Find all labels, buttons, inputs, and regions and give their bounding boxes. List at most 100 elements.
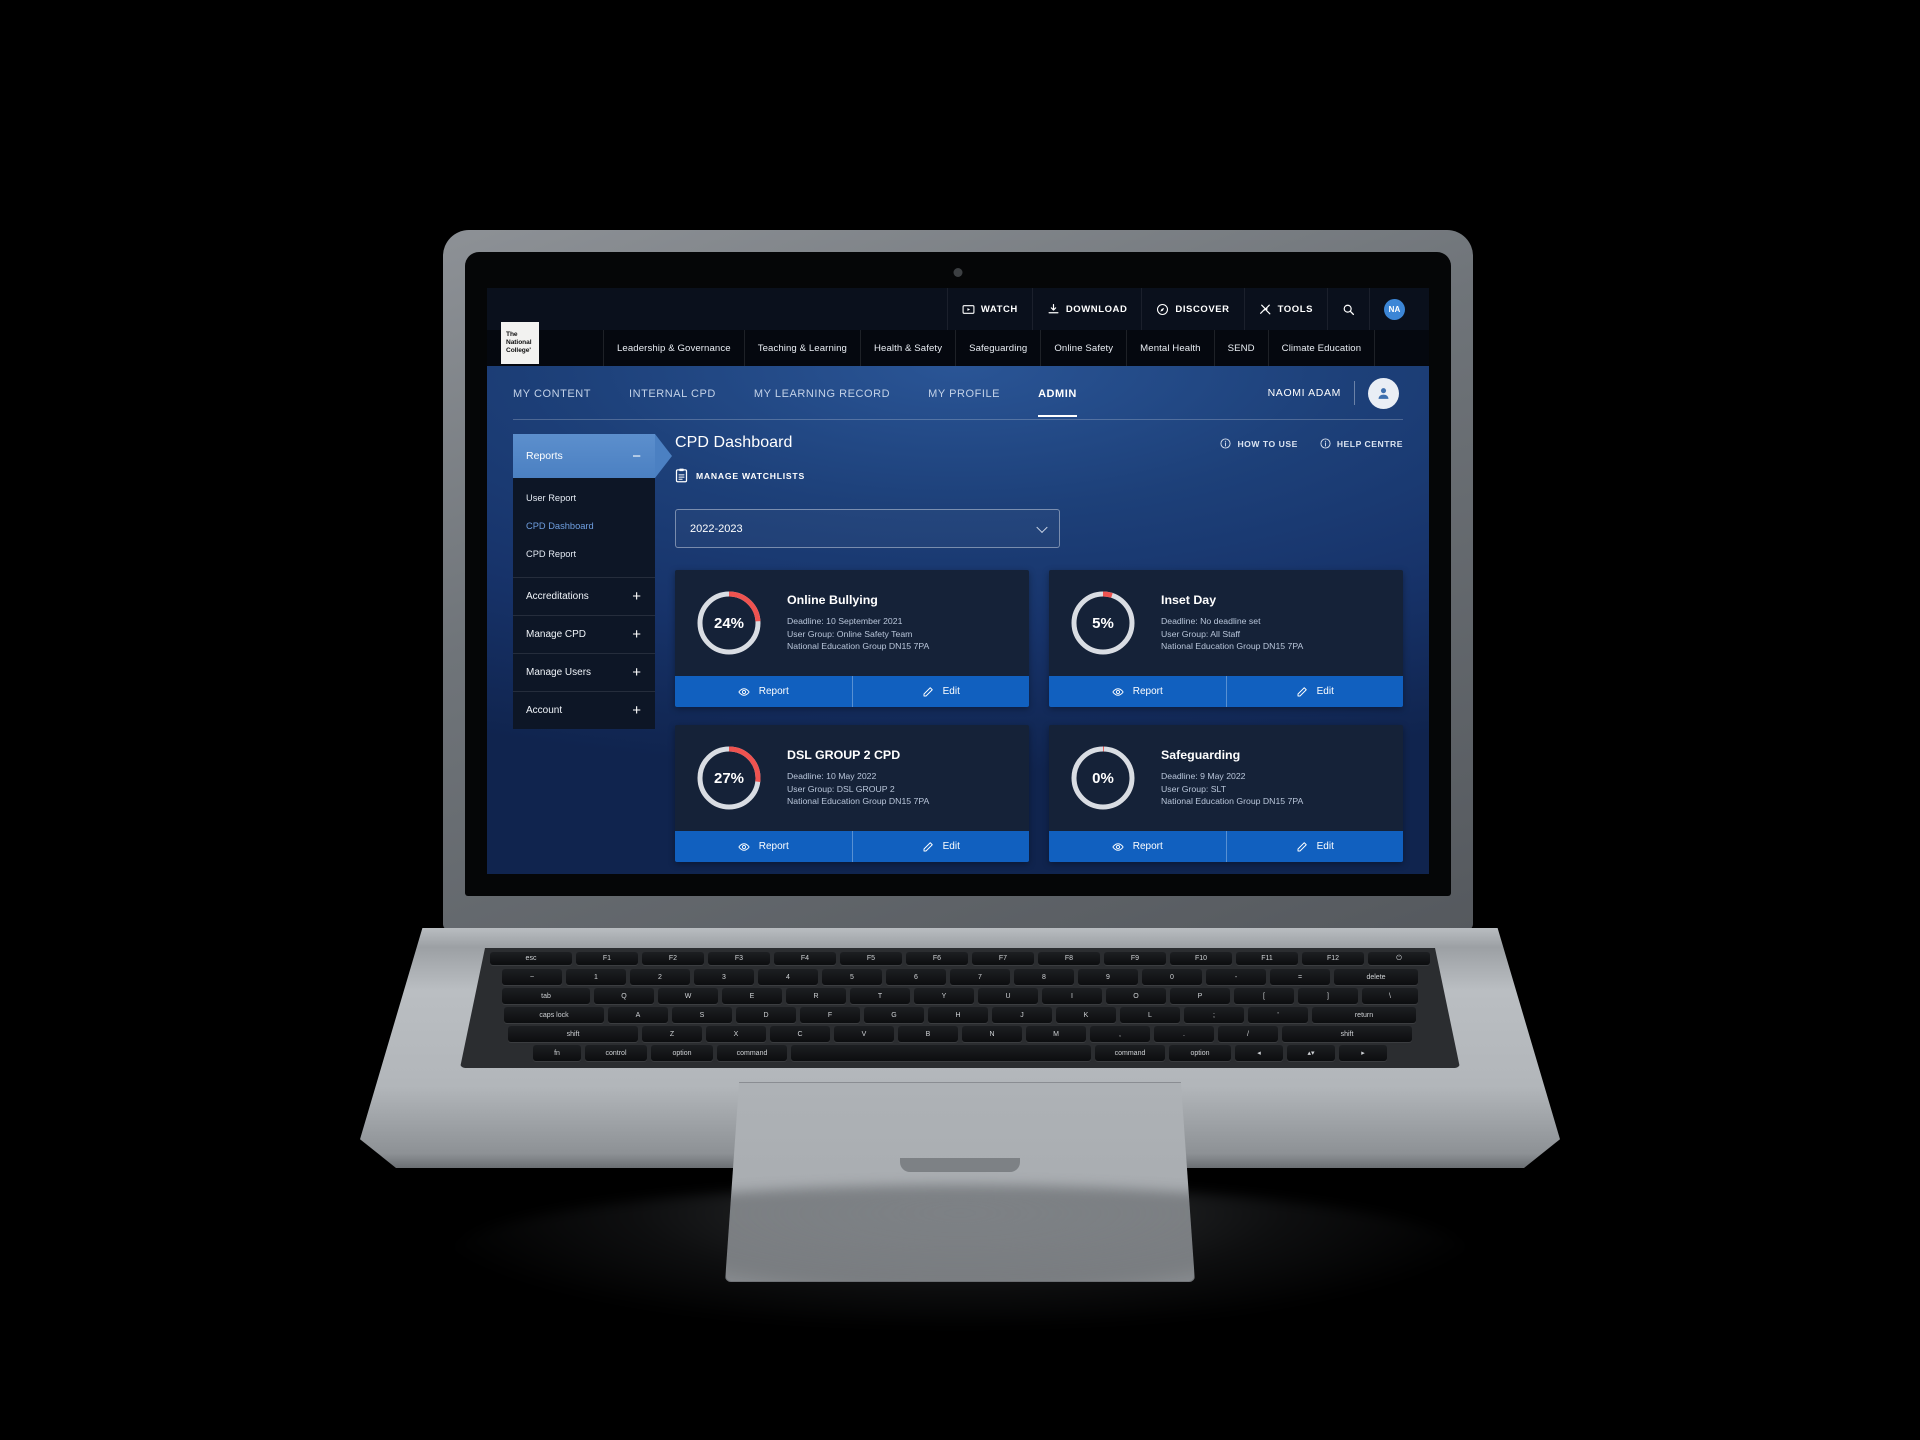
how-to-use-link[interactable]: HOW TO USE	[1220, 438, 1297, 449]
utility-item-watch[interactable]: WATCH	[946, 288, 1032, 330]
key-z[interactable]: Z	[642, 1026, 702, 1042]
manage-watchlists-button[interactable]: MANAGE WATCHLISTS	[675, 468, 1403, 483]
key-f8[interactable]: F8	[1038, 952, 1100, 965]
key-esc[interactable]: esc	[490, 952, 572, 965]
key-c[interactable]: C	[770, 1026, 830, 1042]
key-5[interactable]: 5	[822, 969, 882, 985]
key-tab[interactable]: tab	[502, 988, 590, 1004]
key--[interactable]: =	[1270, 969, 1330, 985]
key-h[interactable]: H	[928, 1007, 988, 1023]
key-1[interactable]: 1	[566, 969, 626, 985]
category-item-health-safety[interactable]: Health & Safety	[859, 330, 955, 366]
sidebar-group-manage-cpd[interactable]: Manage CPD +	[513, 614, 655, 653]
category-item-safeguarding[interactable]: Safeguarding	[955, 330, 1040, 366]
key-f10[interactable]: F10	[1170, 952, 1232, 965]
key-k[interactable]: K	[1056, 1007, 1116, 1023]
tab-admin[interactable]: ADMIN	[1038, 370, 1077, 417]
key-f9[interactable]: F9	[1104, 952, 1166, 965]
tab-internal-cpd[interactable]: INTERNAL CPD	[629, 370, 716, 417]
category-item-teaching[interactable]: Teaching & Learning	[743, 330, 860, 366]
key-command[interactable]: command	[717, 1045, 787, 1061]
key-f1[interactable]: F1	[576, 952, 638, 965]
key-i[interactable]: I	[1042, 988, 1102, 1004]
category-item-send[interactable]: SEND	[1213, 330, 1268, 366]
key-8[interactable]: 8	[1014, 969, 1074, 985]
key-o[interactable]: O	[1106, 988, 1166, 1004]
key-u[interactable]: U	[978, 988, 1038, 1004]
key-j[interactable]: J	[992, 1007, 1052, 1023]
key--[interactable]: ]	[1298, 988, 1358, 1004]
key-f4[interactable]: F4	[774, 952, 836, 965]
category-item-online-safety[interactable]: Online Safety	[1040, 330, 1126, 366]
account-button[interactable]: NA	[1369, 288, 1419, 330]
key-0[interactable]: 0	[1142, 969, 1202, 985]
sidebar-item-cpd-report[interactable]: CPD Report	[513, 540, 655, 568]
key-r[interactable]: R	[786, 988, 846, 1004]
key--[interactable]: '	[1248, 1007, 1308, 1023]
key--[interactable]: ▴▾	[1287, 1045, 1335, 1061]
utility-item-discover[interactable]: DISCOVER	[1141, 288, 1243, 330]
key-f[interactable]: F	[800, 1007, 860, 1023]
key-e[interactable]: E	[722, 988, 782, 1004]
sidebar-group-accreditations[interactable]: Accreditations +	[513, 576, 655, 615]
key-fn[interactable]: fn	[533, 1045, 581, 1061]
key-d[interactable]: D	[736, 1007, 796, 1023]
key-v[interactable]: V	[834, 1026, 894, 1042]
sidebar-group-reports[interactable]: Reports −	[513, 434, 672, 478]
key-f7[interactable]: F7	[972, 952, 1034, 965]
user-menu[interactable]: NAOMI ADAM	[1268, 377, 1403, 409]
edit-button[interactable]: Edit	[1225, 676, 1404, 707]
key--[interactable]: ⏻	[1368, 952, 1430, 965]
tab-my-content[interactable]: MY CONTENT	[513, 370, 591, 417]
key-a[interactable]: A	[608, 1007, 668, 1023]
key-f12[interactable]: F12	[1302, 952, 1364, 965]
key-return[interactable]: return	[1312, 1007, 1416, 1023]
key-command[interactable]: command	[1095, 1045, 1165, 1061]
edit-button[interactable]: Edit	[851, 676, 1030, 707]
report-button[interactable]: Report	[1049, 831, 1226, 862]
key--[interactable]: ;	[1184, 1007, 1244, 1023]
key-q[interactable]: Q	[594, 988, 654, 1004]
key-6[interactable]: 6	[886, 969, 946, 985]
key-s[interactable]: S	[672, 1007, 732, 1023]
tab-my-learning-record[interactable]: MY LEARNING RECORD	[754, 370, 890, 417]
logo[interactable]: The National College'	[501, 322, 539, 364]
key-option[interactable]: option	[1169, 1045, 1231, 1061]
key-m[interactable]: M	[1026, 1026, 1086, 1042]
key-space[interactable]	[791, 1045, 1091, 1061]
tab-my-profile[interactable]: MY PROFILE	[928, 370, 1000, 417]
category-item-mental-health[interactable]: Mental Health	[1126, 330, 1213, 366]
key-g[interactable]: G	[864, 1007, 924, 1023]
key-option[interactable]: option	[651, 1045, 713, 1061]
key-3[interactable]: 3	[694, 969, 754, 985]
key--[interactable]: -	[1206, 969, 1266, 985]
key--[interactable]: /	[1218, 1026, 1278, 1042]
edit-button[interactable]: Edit	[1225, 831, 1404, 862]
key-n[interactable]: N	[962, 1026, 1022, 1042]
key-t[interactable]: T	[850, 988, 910, 1004]
report-button[interactable]: Report	[675, 676, 852, 707]
report-button[interactable]: Report	[1049, 676, 1226, 707]
key--[interactable]: [	[1234, 988, 1294, 1004]
key-f11[interactable]: F11	[1236, 952, 1298, 965]
utility-item-tools[interactable]: TOOLS	[1243, 288, 1327, 330]
key-shift[interactable]: shift	[1282, 1026, 1412, 1042]
key-l[interactable]: L	[1120, 1007, 1180, 1023]
key-shift[interactable]: shift	[508, 1026, 638, 1042]
sidebar-item-cpd-dashboard[interactable]: CPD Dashboard	[513, 512, 655, 540]
key-control[interactable]: control	[585, 1045, 647, 1061]
sidebar-group-manage-users[interactable]: Manage Users +	[513, 652, 655, 691]
key-9[interactable]: 9	[1078, 969, 1138, 985]
key-b[interactable]: B	[898, 1026, 958, 1042]
key-f3[interactable]: F3	[708, 952, 770, 965]
help-centre-link[interactable]: HELP CENTRE	[1320, 438, 1403, 449]
key-delete[interactable]: delete	[1334, 969, 1418, 985]
key--[interactable]: ◂	[1235, 1045, 1283, 1061]
key-f5[interactable]: F5	[840, 952, 902, 965]
key-y[interactable]: Y	[914, 988, 974, 1004]
search-button[interactable]	[1327, 288, 1369, 330]
year-select[interactable]: 2022-2023	[675, 509, 1060, 548]
report-button[interactable]: Report	[675, 831, 852, 862]
key-f2[interactable]: F2	[642, 952, 704, 965]
key-2[interactable]: 2	[630, 969, 690, 985]
